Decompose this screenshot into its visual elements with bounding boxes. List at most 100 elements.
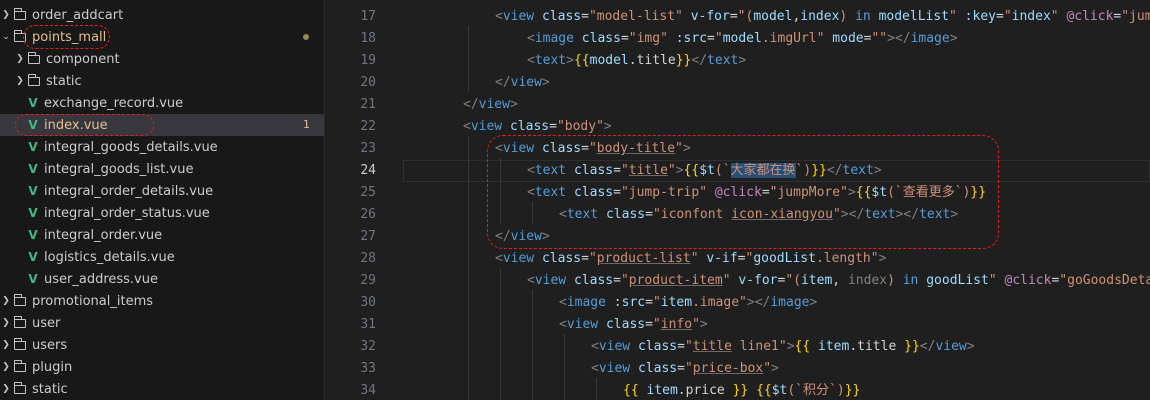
code-token: "jump-trip" bbox=[620, 185, 708, 200]
tree-item-user-address[interactable]: Vuser_address.vue bbox=[0, 268, 324, 290]
code-line-33[interactable]: <view class="price-box"> bbox=[591, 358, 779, 380]
chevron-right-icon[interactable]: ❯ bbox=[0, 318, 12, 328]
code-token: > bbox=[786, 339, 795, 354]
code-line-21[interactable]: </view> bbox=[463, 94, 518, 116]
tree-item-label: exchange_record.vue bbox=[44, 95, 184, 111]
tree-item-integral-order-details[interactable]: Vintegral_order_details.vue bbox=[0, 180, 324, 202]
code-line-26[interactable]: <text class="iconfont icon-xiangyou"></t… bbox=[559, 204, 958, 226]
code-token: class bbox=[637, 361, 678, 376]
tree-item-integral-goods-details[interactable]: Vintegral_goods_details.vue bbox=[0, 136, 324, 158]
tree-item-static-root[interactable]: ❯ static bbox=[0, 378, 324, 400]
vue-file-icon: V bbox=[28, 272, 38, 286]
vue-file-icon: V bbox=[28, 140, 38, 154]
code-line-34[interactable]: {{ item.price }} {{$t(`积分`)}} bbox=[623, 380, 860, 400]
code-token: price-box bbox=[692, 361, 764, 376]
code-token: $t bbox=[699, 163, 715, 178]
code-token: " bbox=[832, 207, 841, 222]
chevron-right-icon[interactable]: ❯ bbox=[0, 340, 12, 350]
tree-item-exchange-record[interactable]: Vexchange_record.vue bbox=[0, 92, 324, 114]
code-line-23[interactable]: <view class="body-title"> bbox=[495, 138, 691, 160]
code-line-32[interactable]: <view class="title line1">{{ item.title … bbox=[591, 336, 975, 358]
code-token: text bbox=[534, 163, 567, 178]
code-line-18[interactable]: <image class="img" :src="model.imgUrl" m… bbox=[527, 28, 958, 50]
code-line-22[interactable]: <view class="body"> bbox=[463, 116, 612, 138]
chevron-right-icon[interactable]: ❯ bbox=[14, 76, 26, 86]
tree-item-label: plugin bbox=[32, 359, 73, 375]
code-token: > bbox=[509, 97, 518, 112]
code-editor[interactable]: 17 18 19 20 21 22 23 24 25 26 27 28 29 3… bbox=[325, 0, 1150, 400]
code-token: " bbox=[588, 141, 597, 156]
chevron-right-icon[interactable]: ❯ bbox=[0, 296, 12, 306]
code-line-29[interactable]: <view class="product-item" v-for="(item,… bbox=[527, 270, 1150, 292]
code-token: < bbox=[559, 317, 567, 332]
code-line-25[interactable]: <text class="jump-trip" @click="jumpMore… bbox=[527, 182, 986, 204]
code-line-24[interactable]: <text class="title">{{$t(`大家都在换`)}}</tex… bbox=[527, 160, 882, 182]
code-token: model bbox=[753, 9, 793, 24]
code-token: </ bbox=[826, 163, 843, 178]
problem-count-badge: 1 bbox=[303, 118, 310, 131]
indent-guide bbox=[500, 158, 501, 224]
code-line-19[interactable]: <text>{{model.title}}</text> bbox=[527, 50, 746, 72]
code-token: "body" bbox=[556, 119, 604, 134]
chevron-right-icon[interactable]: ❯ bbox=[0, 362, 12, 372]
code-token: :key bbox=[964, 9, 996, 24]
code-token: view bbox=[502, 9, 535, 24]
code-token: view bbox=[534, 273, 567, 288]
code-token: > bbox=[771, 361, 779, 376]
tree-item-integral-goods-list[interactable]: Vintegral_goods_list.vue bbox=[0, 158, 324, 180]
code-token: class bbox=[573, 163, 614, 178]
code-token: "jumpMore" bbox=[769, 185, 848, 200]
code-token: view bbox=[502, 141, 535, 156]
tree-item-label: component bbox=[46, 51, 120, 67]
code-token: " bbox=[692, 317, 700, 332]
code-token: (` bbox=[714, 163, 731, 178]
code-token: ) bbox=[887, 273, 903, 288]
chevron-right-icon[interactable]: ❯ bbox=[14, 54, 26, 64]
tree-item-user[interactable]: ❯ user bbox=[0, 312, 324, 334]
tree-item-points-mall[interactable]: ⌄ points_mall bbox=[0, 26, 324, 48]
tree-item-component[interactable]: ❯ component bbox=[0, 48, 324, 70]
line-number: 17 bbox=[360, 9, 376, 24]
vue-file-icon: V bbox=[28, 96, 38, 110]
tree-item-label: static bbox=[32, 381, 68, 397]
code-token: info bbox=[660, 317, 693, 332]
code-token: @click bbox=[1004, 273, 1052, 288]
code-line-27[interactable]: </view> bbox=[495, 226, 550, 248]
code-token: .price bbox=[677, 383, 733, 398]
code-token: ></ bbox=[840, 207, 865, 222]
tree-item-logistics-details[interactable]: Vlogistics_details.vue bbox=[0, 246, 324, 268]
code-line-17[interactable]: <view class="model-list" v-for="(model,i… bbox=[495, 6, 1150, 28]
chevron-right-icon[interactable]: ❯ bbox=[0, 10, 12, 20]
code-token: ) bbox=[839, 9, 856, 24]
code-token: product-item bbox=[628, 273, 723, 288]
code-token: > bbox=[738, 53, 747, 68]
tree-item-static[interactable]: ❯ static bbox=[0, 70, 324, 92]
line-number: 32 bbox=[360, 339, 376, 354]
code-token: .image" bbox=[692, 295, 747, 310]
code-token: class bbox=[581, 31, 621, 46]
tree-item-users[interactable]: ❯ users bbox=[0, 334, 324, 356]
code-line-30[interactable]: <image :src="item.image"></image> bbox=[559, 292, 817, 314]
code-token: class bbox=[541, 9, 582, 24]
code-token: class bbox=[605, 207, 646, 222]
tree-item-plugin[interactable]: ❯ plugin bbox=[0, 356, 324, 378]
code-token: $t bbox=[771, 383, 788, 398]
folder-icon bbox=[14, 293, 26, 306]
code-token: " bbox=[675, 141, 683, 156]
tree-item-order-addcart[interactable]: ❯ order_addcart bbox=[0, 4, 324, 26]
code-token: > bbox=[566, 53, 574, 68]
tree-item-integral-order-status[interactable]: Vintegral_order_status.vue bbox=[0, 202, 324, 224]
code-line-31[interactable]: <view class="info"> bbox=[559, 314, 708, 336]
code-token: {{ bbox=[855, 185, 872, 200]
code-line-20[interactable]: </view> bbox=[495, 72, 550, 94]
code-line-28[interactable]: <view class="product-list" v-if="goodLis… bbox=[495, 248, 886, 270]
code-token: goodList bbox=[926, 273, 989, 288]
code-token: " bbox=[690, 251, 699, 266]
tree-item-promotional-items[interactable]: ❯ promotional_items bbox=[0, 290, 324, 312]
chevron-down-icon[interactable]: ⌄ bbox=[0, 32, 12, 42]
tree-item-integral-order[interactable]: Vintegral_order.vue bbox=[0, 224, 324, 246]
tree-item-index-vue[interactable]: Vindex.vue 1 bbox=[0, 114, 324, 136]
code-token: > bbox=[847, 185, 856, 200]
code-token: .imgUrl" bbox=[761, 31, 825, 46]
chevron-right-icon[interactable]: ❯ bbox=[0, 384, 12, 394]
